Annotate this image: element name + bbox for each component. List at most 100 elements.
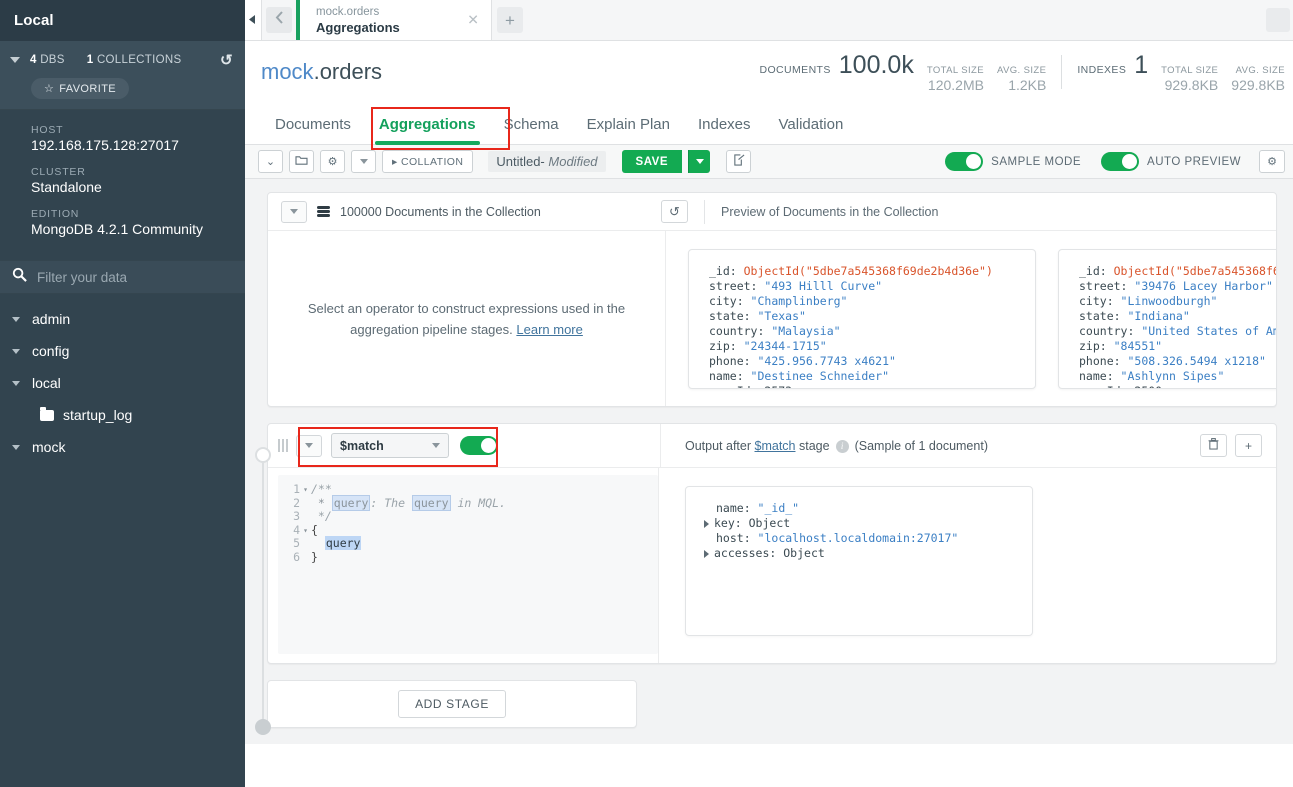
output-prefix: Output after — [685, 439, 752, 453]
line-code: * query: The query in MQL. — [311, 494, 506, 511]
stage-body: 1 ▾/** 2 * query: The query in MQL. 3 */4 ▾{… — [268, 468, 1276, 663]
chevron-down-icon — [305, 443, 313, 448]
folder-open-icon — [295, 155, 308, 169]
documents-stats: DOCUMENTS 100.0k TOTAL SIZE 120.2MB AVG.… — [760, 51, 1047, 93]
new-pipeline-caret[interactable] — [351, 150, 376, 173]
collection-header: mock.orders DOCUMENTS 100.0k TOTAL SIZE … — [245, 41, 1293, 103]
tab-mock-orders-aggregations[interactable]: mock.orders Aggregations ✕ — [296, 0, 492, 40]
collation-label: COLLATION — [401, 155, 464, 168]
editor-line: 3 */ — [278, 509, 658, 524]
favorite-button[interactable]: ☆ FAVORITE — [31, 78, 130, 99]
document-field: city: "Champlinberg" — [709, 294, 1035, 309]
tab-namespace: mock.orders — [316, 5, 380, 18]
drag-handle-icon[interactable] — [278, 439, 288, 452]
indexes-avg-size-label: AVG. SIZE — [1235, 65, 1285, 76]
line-number: 5 — [293, 536, 300, 550]
filter-input[interactable] — [37, 269, 217, 285]
field-key: userId: — [1079, 384, 1134, 388]
tab-schema[interactable]: Schema — [490, 116, 573, 144]
cluster-value: Standalone — [31, 179, 102, 195]
stage-operator-label: $match — [340, 438, 384, 453]
export-pipeline-button[interactable] — [726, 150, 751, 173]
tab-aggregations[interactable]: Aggregations — [365, 116, 490, 145]
close-icon[interactable]: ✕ — [467, 12, 479, 29]
line-code: /** — [311, 482, 332, 496]
stage-enable-toggle[interactable] — [460, 436, 498, 455]
collation-button[interactable]: ▸ COLLATION — [382, 150, 474, 173]
sidebar-item-local[interactable]: local — [0, 367, 245, 399]
cluster-label: CLUSTER — [31, 166, 86, 178]
document-card[interactable]: _id: ObjectId("5dbe7a545368f69de2street:… — [1058, 249, 1276, 389]
sidebar-item-startup-log[interactable]: startup_log — [0, 399, 245, 431]
indexes-avg-size-value: 929.8KB — [1231, 77, 1285, 93]
tab-bar: mock.orders Aggregations ✕ + — [245, 0, 1293, 41]
fold-icon[interactable] — [300, 497, 311, 511]
tab-view-name: Aggregations — [316, 19, 400, 35]
expand-icon[interactable] — [704, 519, 709, 528]
collapse-stage-button[interactable] — [296, 434, 322, 457]
star-icon: ☆ — [44, 83, 55, 95]
tab-explain-plan[interactable]: Explain Plan — [573, 116, 684, 144]
sample-mode-toggle[interactable] — [945, 152, 984, 171]
dbs-count: 4 DBS — [30, 54, 65, 66]
open-pipeline-button[interactable] — [289, 150, 314, 173]
field-key: zip: — [1079, 339, 1114, 353]
add-stage-button[interactable]: ADD STAGE — [398, 690, 506, 718]
sidebar-item-mock[interactable]: mock — [0, 431, 245, 463]
db-name: mock — [261, 59, 314, 84]
refresh-icon[interactable]: ↻ — [220, 51, 233, 69]
document-field: city: "Linwoodburgh" — [1079, 294, 1276, 309]
chevron-down-icon[interactable] — [10, 57, 20, 63]
new-tab-button[interactable]: + — [492, 0, 528, 40]
caret-icon — [12, 380, 20, 386]
save-dropdown-button[interactable] — [688, 150, 710, 173]
field-value: "Linwoodburgh" — [1120, 294, 1218, 308]
tab-indexes[interactable]: Indexes — [684, 116, 765, 144]
document-field: host: "localhost.localdomain:27017" — [704, 531, 1032, 546]
new-pipeline-button[interactable]: ⚙ — [320, 150, 345, 173]
pipeline-name[interactable]: Untitled- Modified — [488, 151, 606, 172]
field-value: "United States of America — [1141, 324, 1276, 338]
collapse-input-button[interactable] — [281, 200, 307, 223]
back-button[interactable] — [262, 0, 296, 40]
output-operator-link[interactable]: $match — [755, 439, 796, 453]
sidebar-item-config[interactable]: config — [0, 335, 245, 367]
document-field: zip: "84551" — [1079, 339, 1276, 354]
fold-icon[interactable] — [300, 537, 311, 551]
collapse-sidebar-button[interactable] — [245, 0, 262, 40]
settings-button[interactable]: ⚙ — [1259, 150, 1285, 173]
stage-code-editor[interactable]: 1 ▾/** 2 * query: The query in MQL. 3 */4 ▾{… — [278, 475, 658, 654]
tabbar-overflow[interactable] — [1263, 0, 1293, 40]
sidebar-filter[interactable] — [0, 260, 245, 294]
gear-icon: ⚙ — [1267, 156, 1277, 168]
sidebar-item-admin[interactable]: admin — [0, 303, 245, 335]
fold-icon[interactable]: ▾ — [300, 483, 311, 497]
info-icon[interactable]: i — [835, 439, 849, 453]
refresh-input-button[interactable]: ↻ — [661, 200, 688, 223]
tab-validation[interactable]: Validation — [765, 116, 858, 144]
stage-operator-select[interactable]: $match — [331, 433, 449, 458]
indexes-label: INDEXES — [1077, 64, 1127, 76]
learn-more-link[interactable]: Learn more — [516, 322, 582, 337]
field-value: "Champlinberg" — [750, 294, 848, 308]
new-pipeline-icon: ⚙ — [327, 156, 338, 168]
field-key: city: — [1079, 294, 1121, 308]
document-field: _id: ObjectId("5dbe7a545368f69de2 — [1079, 264, 1276, 279]
pipeline-menu-button[interactable]: ⌄ — [258, 150, 283, 173]
line-number: 6 — [293, 549, 300, 564]
fold-icon[interactable]: ▾ — [300, 524, 311, 538]
db-label: config — [32, 343, 70, 359]
tab-documents[interactable]: Documents — [261, 116, 365, 144]
output-document-card[interactable]: name: "_id_" key: Object host: "localhost.… — [685, 486, 1033, 636]
fold-icon[interactable] — [300, 510, 311, 524]
field-value: 2500 — [1134, 384, 1162, 388]
document-card[interactable]: _id: ObjectId("5dbe7a545368f69de2b4d36e"… — [688, 249, 1036, 389]
save-button[interactable]: SAVE — [621, 150, 682, 173]
expand-icon[interactable] — [704, 549, 709, 558]
field-key: state: — [709, 309, 758, 323]
document-field: accesses: Object — [704, 546, 1032, 561]
auto-preview-toggle[interactable] — [1101, 152, 1140, 171]
stage-output-header: Output after $match stage i (Sample of 1… — [660, 424, 1293, 468]
fold-icon[interactable] — [300, 551, 311, 565]
stats-divider — [1061, 55, 1063, 89]
